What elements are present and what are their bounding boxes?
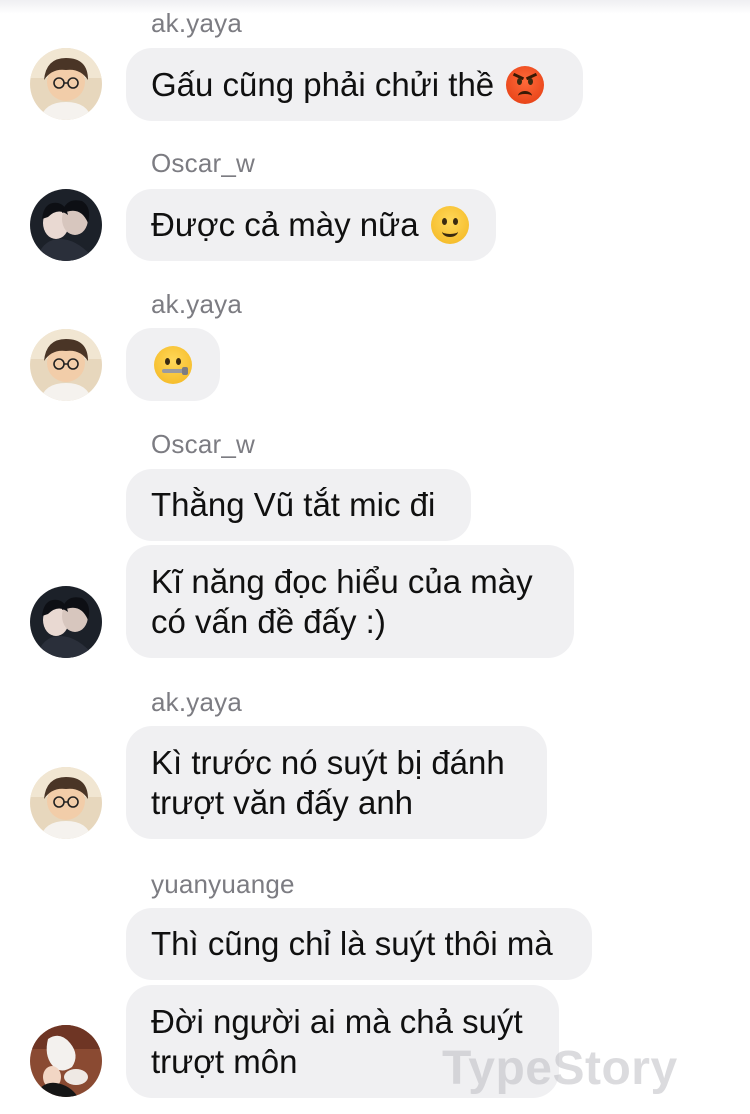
avatar-image: [30, 48, 102, 120]
message-text: Kì trước nó suýt bị đánh: [151, 743, 505, 781]
slightly-smiling-face-emoji: [430, 206, 469, 244]
sender-name: yuanyuange: [151, 869, 295, 899]
message-text: trượt môn: [151, 1042, 298, 1080]
message-text: Đời người ai mà chả suýt: [151, 1002, 523, 1040]
message-bubble[interactable]: Thằng Vũ tắt mic đi: [126, 469, 471, 541]
avatar-ak-yaya[interactable]: [30, 767, 102, 839]
message-text: Kĩ năng đọc hiểu của mày: [151, 562, 533, 600]
avatar-image: [30, 189, 102, 261]
top-shade: [0, 0, 750, 14]
typestory-watermark: TypeStory: [442, 1042, 678, 1095]
message-text: Thằng Vũ tắt mic đi: [151, 486, 436, 523]
zipper-mouth-face-emoji: [154, 345, 192, 384]
message-bubble[interactable]: Kĩ năng đọc hiểu của mày có vấn đề đấy :…: [126, 545, 574, 658]
avatar-ak-yaya[interactable]: [30, 48, 102, 120]
avatar-oscar-w[interactable]: [30, 189, 102, 261]
message-text: Được cả mày nữa: [151, 206, 419, 243]
sender-name: Oscar_w: [151, 429, 255, 459]
avatar-image: [30, 329, 102, 401]
pouting-face-emoji: [506, 65, 545, 104]
avatar-image: [30, 767, 102, 839]
message-text: có vấn đề đấy :): [151, 602, 386, 640]
message-bubble[interactable]: Kì trước nó suýt bị đánh trượt văn đấy a…: [126, 726, 547, 839]
sender-name: ak.yaya: [151, 8, 243, 38]
avatar-oscar-w[interactable]: [30, 586, 102, 658]
sender-name: Oscar_w: [151, 148, 255, 178]
message-text: Thì cũng chỉ là suýt thôi mà: [151, 925, 553, 962]
message-bubble[interactable]: Được cả mày nữa: [126, 189, 496, 261]
avatar-ak-yaya[interactable]: [30, 329, 102, 401]
avatar-yuanyuange[interactable]: [30, 1025, 102, 1097]
message-bubble[interactable]: Thì cũng chỉ là suýt thôi mà: [126, 908, 592, 980]
avatar-image: [30, 1025, 102, 1097]
avatar-image: [30, 586, 102, 658]
sender-name: ak.yaya: [151, 687, 243, 717]
message-bubble[interactable]: Gấu cũng phải chửi thề: [126, 48, 583, 121]
message-bubble[interactable]: [126, 328, 220, 401]
message-text: trượt văn đấy anh: [151, 783, 414, 821]
message-text: Gấu cũng phải chửi thề: [151, 65, 495, 103]
sender-name: ak.yaya: [151, 289, 243, 319]
